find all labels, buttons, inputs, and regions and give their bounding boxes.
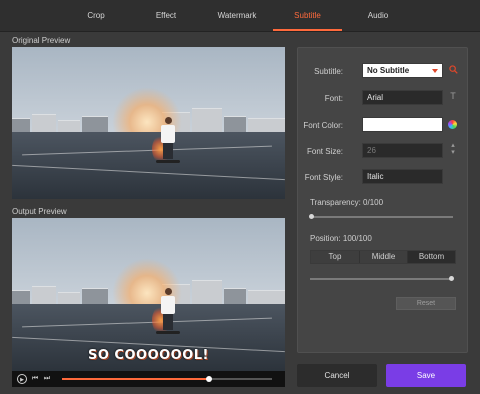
position-middle-button[interactable]: Middle [359, 251, 407, 263]
tab-effect[interactable]: Effect [131, 0, 201, 31]
transparency-slider[interactable] [309, 214, 453, 219]
reset-button[interactable]: Reset [396, 297, 456, 310]
font-size-field[interactable]: 26 [362, 143, 443, 158]
position-top-button[interactable]: Top [311, 251, 359, 263]
position-label: Position: 100/100 [310, 234, 372, 243]
save-button[interactable]: Save [386, 364, 466, 387]
subtitle-label: Subtitle: [314, 67, 343, 76]
font-field[interactable]: Arial [362, 90, 443, 105]
font-label: Font: [324, 94, 343, 103]
font-color-swatch[interactable] [362, 117, 443, 132]
output-preview-label: Output Preview [12, 207, 67, 216]
font-size-label: Font Size: [306, 147, 343, 156]
font-style-label: Font Style: [304, 173, 343, 182]
transparency-knob[interactable] [309, 214, 314, 219]
tab-watermark[interactable]: Watermark [202, 0, 272, 31]
progress-bar[interactable] [62, 376, 272, 382]
cancel-button[interactable]: Cancel [297, 364, 377, 387]
progress-knob[interactable] [206, 376, 212, 382]
font-style-field[interactable]: Italic [362, 169, 443, 184]
subtitle-select-value: No Subtitle [367, 66, 410, 75]
next-icon[interactable]: ⏭ [42, 374, 52, 384]
tab-subtitle[interactable]: Subtitle [273, 0, 342, 31]
subtitle-overlay-text: SO COOOOOOL! [87, 348, 209, 363]
transparency-label: Transparency: 0/100 [310, 198, 384, 207]
color-wheel-icon[interactable] [447, 118, 459, 129]
tab-crop[interactable]: Crop [62, 0, 130, 31]
position-slider[interactable] [310, 276, 454, 281]
font-color-label: Font Color: [303, 121, 343, 130]
text-icon[interactable]: T [447, 91, 459, 101]
position-bottom-button[interactable]: Bottom [407, 251, 455, 263]
position-segmented-control: Top Middle Bottom [310, 250, 456, 264]
previous-icon[interactable]: ⏮ [30, 374, 40, 384]
search-icon[interactable] [447, 65, 459, 76]
chevron-down-icon [432, 69, 438, 73]
original-preview-label: Original Preview [12, 36, 71, 45]
player-controls: ▶ ⏮ ⏭ [12, 371, 285, 387]
stepper-icon[interactable]: ▴ ▾ [447, 142, 459, 156]
tab-bar: Crop Effect Watermark Subtitle Audio [0, 0, 480, 32]
subtitle-settings-panel: Subtitle: No Subtitle Font: Arial T Font… [297, 47, 468, 353]
output-preview-image: SO COOOOOOL! [12, 218, 285, 371]
subtitle-select[interactable]: No Subtitle [362, 63, 443, 78]
progress-fill [62, 378, 209, 380]
tab-audio[interactable]: Audio [343, 0, 413, 31]
original-preview-image [12, 47, 285, 199]
play-icon[interactable]: ▶ [17, 374, 27, 384]
position-knob[interactable] [449, 276, 454, 281]
